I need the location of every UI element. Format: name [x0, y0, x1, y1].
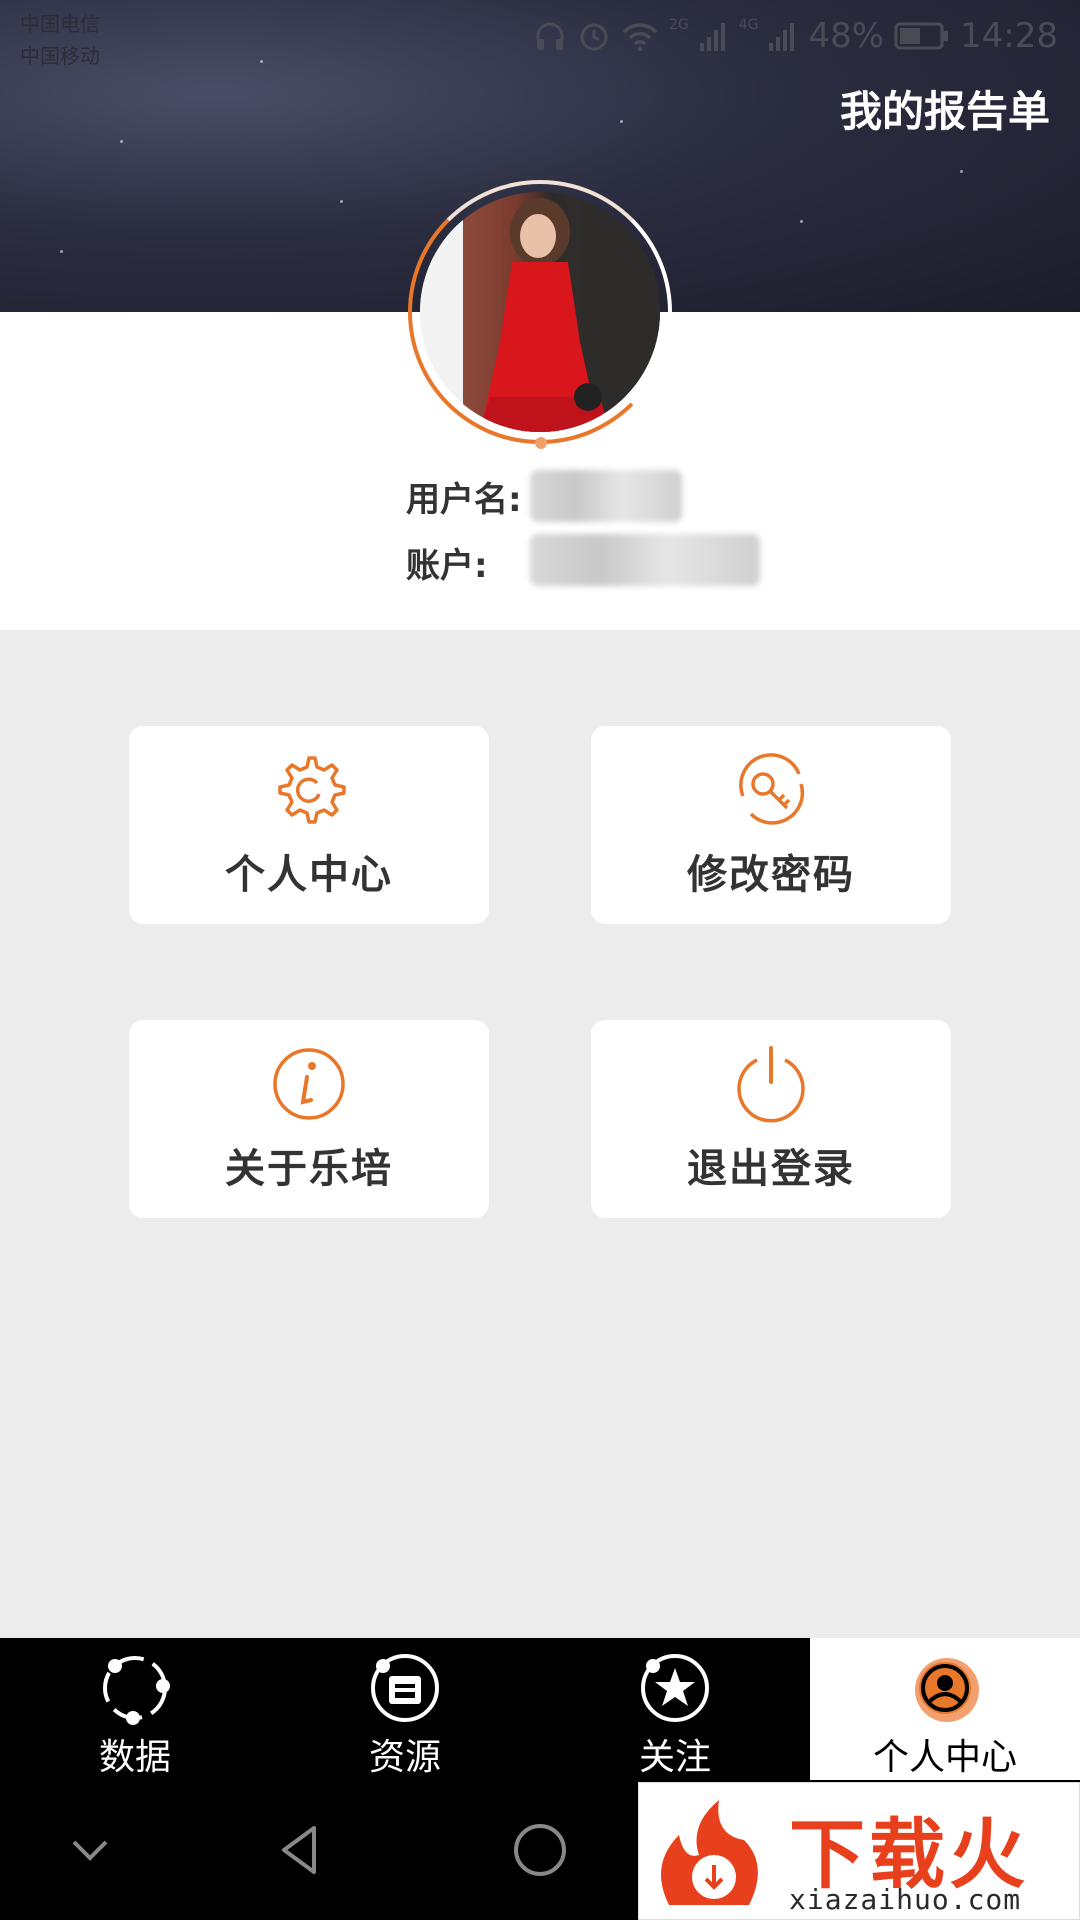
- gear-icon: [278, 756, 346, 824]
- username-row: 用户名:: [406, 472, 522, 521]
- tile-label: 个人中心: [225, 852, 393, 898]
- carrier-1: 中国电信: [20, 12, 100, 36]
- network-type-1: 2G: [668, 17, 689, 33]
- bottom-tab-bar: 数据 资源 关注 个人中心: [0, 1638, 1080, 1788]
- tab-data[interactable]: 数据: [0, 1638, 270, 1780]
- tab-resources[interactable]: 资源: [270, 1638, 540, 1780]
- clock-time: 14:28: [960, 16, 1058, 56]
- back-icon[interactable]: [270, 1820, 330, 1880]
- chevron-down-icon[interactable]: [60, 1820, 120, 1880]
- tile-label: 退出登录: [687, 1146, 855, 1192]
- network-type-2: 4G: [738, 17, 759, 33]
- status-bar: 2G 4G 48% 14:28: [533, 14, 1058, 58]
- data-icon: [103, 1656, 170, 1725]
- tile-about[interactable]: 关于乐培: [129, 1020, 489, 1218]
- star-icon: [641, 1654, 709, 1722]
- tile-logout[interactable]: 退出登录: [591, 1020, 951, 1218]
- username-value-blurred: [530, 470, 682, 522]
- power-icon: [737, 1046, 805, 1123]
- alarm-icon: [580, 23, 608, 51]
- account-row: 账户:: [406, 538, 488, 587]
- carrier-2: 中国移动: [20, 44, 100, 68]
- headphones-icon: [536, 22, 564, 50]
- signal-icon-2: [769, 23, 795, 51]
- tab-label: 关注: [638, 1737, 711, 1778]
- resource-icon: [371, 1654, 439, 1722]
- signal-icon: [699, 23, 725, 51]
- watermark-url: xiazaihuo.com: [789, 1883, 1022, 1916]
- tab-label: 个人中心: [872, 1737, 1017, 1778]
- account-value-blurred: [530, 534, 760, 586]
- page-title[interactable]: 我的报告单: [840, 78, 1050, 139]
- info-icon: [273, 1048, 345, 1120]
- battery-icon: [894, 22, 949, 50]
- tile-personal-center[interactable]: 个人中心: [129, 726, 489, 924]
- watermark-logo: 下载火 xiazaihuo.com: [638, 1782, 1080, 1920]
- person-icon: [915, 1658, 979, 1722]
- wifi-icon: [622, 23, 658, 52]
- tile-label: 修改密码: [687, 852, 855, 898]
- tile-change-password[interactable]: 修改密码: [591, 726, 951, 924]
- battery-percent: 48%: [808, 16, 885, 56]
- avatar-ring-dot: [535, 437, 547, 449]
- home-icon[interactable]: [510, 1820, 570, 1880]
- tab-personal-center[interactable]: 个人中心: [810, 1638, 1080, 1788]
- account-label: 账户:: [406, 546, 488, 586]
- username-label: 用户名:: [406, 480, 522, 520]
- tab-label: 资源: [368, 1737, 441, 1778]
- flame-logo-icon: [661, 1800, 758, 1905]
- tab-follow[interactable]: 关注: [540, 1638, 810, 1780]
- tab-label: 数据: [98, 1737, 171, 1778]
- avatar[interactable]: [420, 192, 660, 432]
- carrier-info: 中国电信 中国移动: [20, 8, 100, 72]
- tile-label: 关于乐培: [225, 1146, 393, 1192]
- key-icon: [739, 753, 805, 825]
